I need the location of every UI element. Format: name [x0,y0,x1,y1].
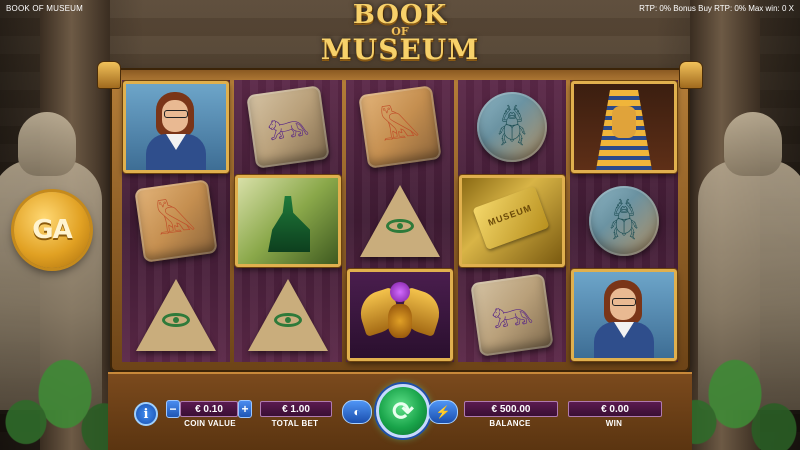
sphinx-stone-symbol: 𓃬 [470,273,554,357]
sphinx-icon: 𓃬 [264,104,312,150]
spin-arrows-icon: ⟳ [392,395,414,426]
autoplay-icon: ◐ [353,405,361,419]
reel-3: 𓅓 [346,80,454,362]
sphinx-icon: 𓃬 [488,292,536,338]
game-scene: BOOK OF MUSEUM RTP: 0% Bonus Buy RTP: 0%… [0,0,800,450]
bird-icon: 𓅓 [378,104,422,150]
turbo-button[interactable]: ⚡ [428,400,458,424]
reel-3-row-3 [346,268,454,362]
scarab-stone-symbol: 𓆣 [589,186,659,256]
woman-portrait-symbol [571,269,677,361]
bird-stone-symbol: 𓅓 [358,85,442,169]
logo-word-museum: MUSEUM [320,33,480,66]
reel-2-row-3 [234,268,342,362]
scarab-stone-symbol: 𓆣 [477,92,547,162]
eye-of-horus-icon [162,313,190,327]
lightning-icon: ⚡ [435,405,451,419]
pharaoh-portrait-symbol [571,81,677,173]
reel-1-row-2: 𓅓 [122,174,230,268]
eye-of-horus-icon [274,313,302,327]
anubis-portrait-symbol [235,175,341,267]
eye-of-horus-icon [386,219,414,233]
coin-value-field: € 0.10 [180,401,238,417]
coin-value-plus-button[interactable]: + [238,400,252,418]
reel-5-row-3 [570,268,678,362]
reel-5: 𓆣 [570,80,678,362]
balance-field: € 500.00 [464,401,558,417]
reel-2-row-1: 𓃬 [234,80,342,174]
reel-3-row-2 [346,174,454,268]
ticket-portrait-symbol: MUSEUM [459,175,565,267]
info-button[interactable]: i [134,402,158,426]
spin-button[interactable]: ⟳ [376,384,430,438]
balance-label: BALANCE [489,419,531,428]
scarab-icon: 𓆣 [608,201,640,241]
coin-value-label: COIN VALUE [184,419,236,428]
coin-value-minus-button[interactable]: − [166,400,180,418]
bird-icon: 𓅓 [154,198,198,244]
reel-3-row-1: 𓅓 [346,80,454,174]
frame-cap-left [98,62,120,88]
game-logo: BOOK OF MUSEUM [321,2,479,64]
reel-1-row-3 [122,268,230,362]
bird-stone-symbol: 𓅓 [134,179,218,263]
scarab-wild-symbol [347,269,453,361]
reel-2: 𓃬 [234,80,342,362]
scarab-icon: 𓆣 [496,107,528,147]
win-field: € 0.00 [568,401,662,417]
total-bet-field[interactable]: € 1.00 [260,401,332,417]
ga-badge-text: GA [32,215,72,245]
frame-cap-right [680,62,702,88]
eye-pyramid-symbol [248,279,328,351]
ga-brand-badge: GA [14,192,90,268]
reel-4: 𓆣 MUSEUM 𓃬 [458,80,566,362]
reel-4-row-1: 𓆣 [458,80,566,174]
eye-pyramid-symbol [360,185,440,257]
total-bet-label: TOTAL BET [271,419,319,428]
rtp-info: RTP: 0% Bonus Buy RTP: 0% Max win: 0 X [639,4,794,13]
reel-4-row-2: MUSEUM [458,174,566,268]
reel-1-row-1 [122,80,230,174]
win-label: WIN [605,419,623,428]
woman-portrait-symbol [123,81,229,173]
autoplay-button[interactable]: ◐ [342,400,372,424]
reel-1: 𓅓 [122,80,230,362]
ticket-text: MUSEUM [486,202,534,228]
game-title: BOOK OF MUSEUM [6,4,84,13]
reels-frame: 𓅓 𓃬 𓅓 𓆣 MUSEUM 𓃬 𓆣 [98,62,702,370]
reel-5-row-2: 𓆣 [570,174,678,268]
reel-4-row-3: 𓃬 [458,268,566,362]
eye-pyramid-symbol [136,279,216,351]
reel-grid: 𓅓 𓃬 𓅓 𓆣 MUSEUM 𓃬 𓆣 [122,80,678,362]
reel-2-row-2 [234,174,342,268]
sphinx-stone-symbol: 𓃬 [246,85,330,169]
reel-5-row-1 [570,80,678,174]
spin-controls: ◐ ⟳ ⚡ [342,380,458,442]
